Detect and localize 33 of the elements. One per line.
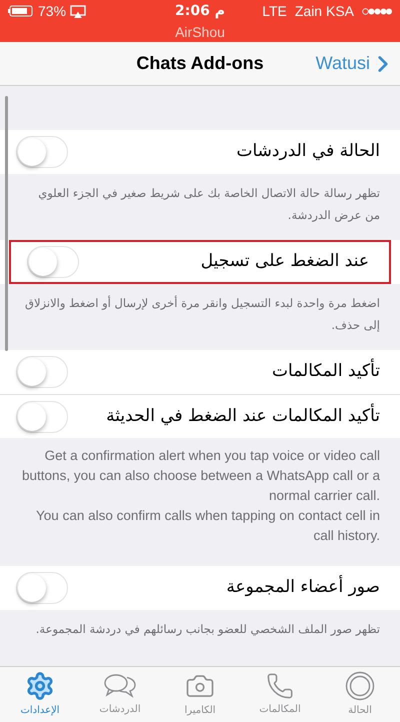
setting-label: صور أعضاء المجموعة xyxy=(226,575,380,600)
setting-label: عند الضغط على تسجيل xyxy=(200,250,369,274)
network-type: LTE xyxy=(262,2,287,20)
toggle-switch[interactable] xyxy=(16,356,68,388)
toggle-switch[interactable] xyxy=(16,136,68,168)
tab-item[interactable]: الحالة xyxy=(320,667,400,722)
section-footer-text: اضغط مرة واحدة لبدء التسجيل وانقر مرة أخرى لإرسال أو اضغط والانزلاق إلى حذف. xyxy=(24,294,380,334)
airplay-icon xyxy=(70,4,86,18)
back-button[interactable]: Watusi xyxy=(316,50,396,77)
battery-icon xyxy=(8,5,34,17)
tab-item[interactable]: الكاميرا xyxy=(160,667,240,722)
setting-label: تأكيد المكالمات xyxy=(272,359,380,385)
toggle-switch[interactable] xyxy=(16,400,68,432)
setting-label: الحالة في الدردشات xyxy=(236,140,380,164)
status-rings-icon xyxy=(345,671,375,701)
setting-label: تأكيد المكالمات عند الضغط في الحديثة xyxy=(106,404,380,428)
section-footer-text: تظهر رسالة حالة الاتصال الخاصة بك على شريط صغير في الجزء العلوي من عرض الدردشة. xyxy=(37,185,380,224)
phone-icon xyxy=(266,672,294,700)
section-footer-text: Get a confirmation alert when you tap voice or video call buttons, you can also choose between a WhatsApp call or a normal carrier call. You can also confirm calls when tapping on contact cell in call history. xyxy=(21,447,380,545)
carrier-name: Zain KSA xyxy=(294,2,354,20)
settings-icon xyxy=(25,671,55,701)
recording-app-label: AirShou xyxy=(175,22,225,42)
toggle-switch[interactable] xyxy=(27,246,79,278)
signal-icon xyxy=(362,8,392,14)
clock: م 2:06 xyxy=(175,2,225,20)
battery-percent: 73% xyxy=(38,2,66,20)
tab-item[interactable]: المكالمات xyxy=(240,667,320,722)
section-footer-text: تظهر صور الملف الشخصي للعضو بجانب رسائلهم في دردشة المجموعة. xyxy=(34,621,380,638)
chat-bubbles-icon xyxy=(103,672,137,700)
tab-item[interactable]: الدردشات xyxy=(80,667,160,722)
nav-title: Chats Add-ons xyxy=(136,52,264,75)
toggle-switch[interactable] xyxy=(16,572,68,604)
tab-item[interactable]: الإعدادات xyxy=(0,667,80,722)
